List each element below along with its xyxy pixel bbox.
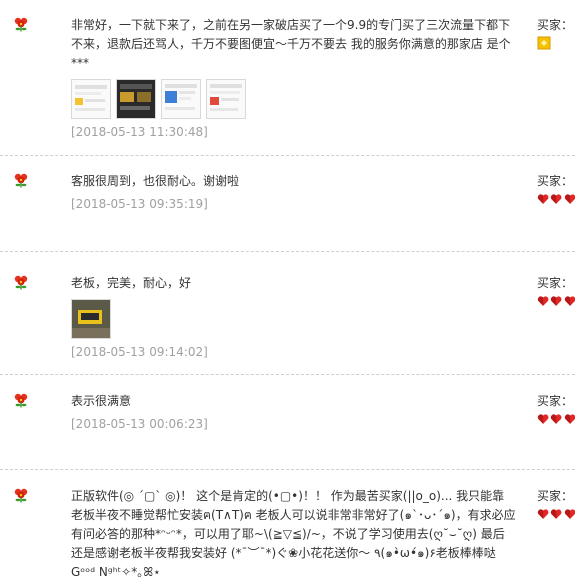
review-photo[interactable] — [71, 79, 111, 119]
buyer-label: 买家： — [537, 489, 574, 503]
flower-icon — [14, 393, 28, 408]
red-heart-icon — [551, 296, 562, 306]
review-text: 客服很周到，也很耐心。谢谢啦 — [71, 174, 240, 188]
buyer-label: 买家： — [537, 174, 574, 188]
flower-icon — [14, 173, 28, 188]
review-text: 非常好，一下就下来了，之前在另一家破店买了一个9.9的专门买了三次流量下都下不来… — [71, 18, 511, 70]
review-photo[interactable] — [206, 79, 246, 119]
flower-icon — [14, 488, 28, 503]
review-item: 表示很满意 [2018-05-13 00:06:23] 买家： — [0, 375, 575, 470]
red-heart-icon — [551, 414, 562, 424]
review-photo[interactable] — [116, 79, 156, 119]
red-heart-icon — [564, 414, 575, 424]
review-date: [2018-05-13 09:35:19] — [71, 197, 208, 211]
red-heart-icon — [564, 509, 575, 519]
buyer-label: 买家： — [537, 18, 574, 32]
review-text: 老板，完美，耐心，好 — [71, 276, 192, 290]
review-item: 正版软件(◎ ´▢` ◎)！ 这个是肯定的(•▢•)！！ 作为最苦买家(||o_… — [0, 470, 575, 579]
red-heart-icon — [551, 509, 562, 519]
review-thumbnails — [71, 79, 516, 119]
red-heart-icon — [537, 194, 549, 204]
review-date: [2018-05-13 11:30:48] — [71, 125, 208, 139]
review-item: 非常好，一下就下来了，之前在另一家破店买了一个9.9的专门买了三次流量下都下不来… — [0, 0, 575, 156]
review-text: 表示很满意 — [71, 394, 132, 408]
flower-icon — [14, 275, 28, 290]
flower-icon — [14, 17, 28, 32]
review-thumbnails — [71, 299, 516, 339]
red-heart-icon — [537, 296, 549, 306]
review-photo[interactable] — [71, 299, 111, 339]
review-photo[interactable] — [161, 79, 201, 119]
red-heart-icon — [564, 194, 575, 204]
review-date: [2018-05-13 00:06:23] — [71, 417, 208, 431]
red-heart-icon — [551, 194, 562, 204]
review-item: 客服很周到，也很耐心。谢谢啦 [2018-05-13 09:35:19] 买家： — [0, 156, 575, 252]
review-list: 非常好，一下就下来了，之前在另一家破店买了一个9.9的专门买了三次流量下都下不来… — [0, 0, 575, 579]
diamond-yellow-icon — [537, 36, 551, 50]
red-heart-icon — [537, 509, 549, 519]
red-heart-icon — [537, 414, 549, 424]
review-item: 老板，完美，耐心，好 [2018-05-13 09:14:02] 买家： — [0, 252, 575, 375]
buyer-label: 买家： — [537, 276, 574, 290]
buyer-label: 买家： — [537, 394, 574, 408]
review-date: [2018-05-13 09:14:02] — [71, 345, 208, 359]
red-heart-icon — [564, 296, 575, 306]
review-text: 正版软件(◎ ´▢` ◎)！ 这个是肯定的(•▢•)！！ 作为最苦买家(||o_… — [71, 489, 516, 579]
